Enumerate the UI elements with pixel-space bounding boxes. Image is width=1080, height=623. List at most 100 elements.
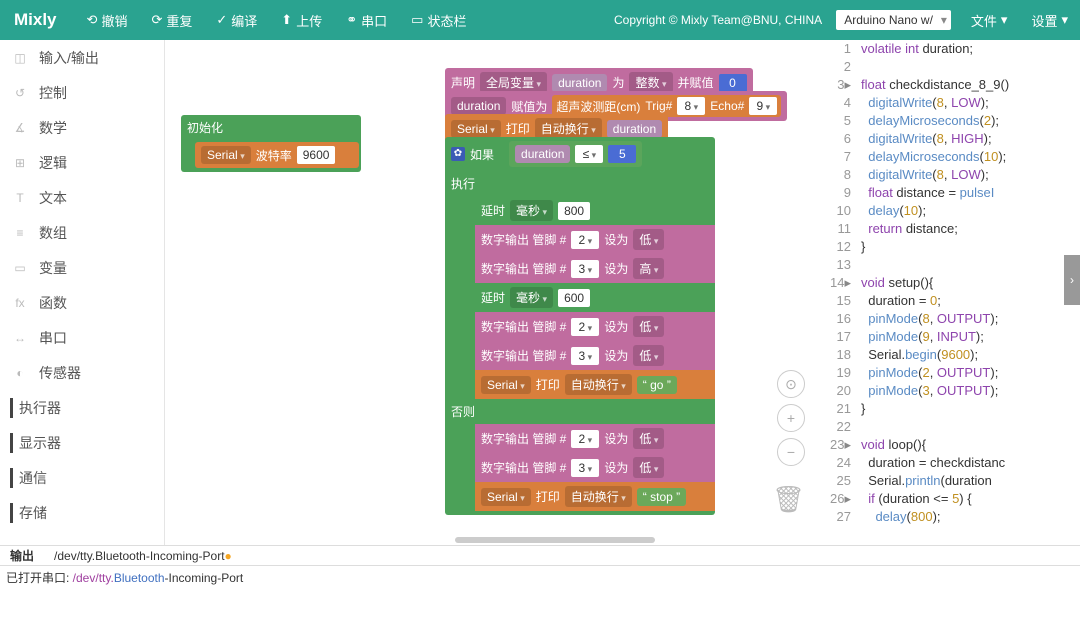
undo-button[interactable]: ⟲ 撤销	[87, 11, 128, 30]
category-7[interactable]: fx函数	[0, 285, 164, 320]
category-1[interactable]: ↺控制	[0, 75, 164, 110]
trash-icon[interactable]: 🗑	[772, 484, 805, 515]
print-label2: 打印	[536, 376, 560, 393]
pin-num5[interactable]: 2	[571, 430, 599, 448]
zoom-out-button[interactable]: −	[777, 438, 805, 466]
category-6[interactable]: ▭变量	[0, 250, 164, 285]
print-str-go[interactable]: go	[637, 376, 677, 394]
category-12[interactable]: ▶通信	[0, 460, 164, 495]
code-panel: 1 2 3▸4 5 6 7 8 9 10 11 12 13 14▸15 16 1…	[815, 40, 1080, 545]
pin-state3[interactable]: 低	[633, 316, 664, 337]
redo-label: 重复	[166, 11, 192, 30]
cat-label: 串口	[39, 328, 67, 348]
pin-state1[interactable]: 低	[633, 229, 664, 250]
console-pre: 已打开串口:	[6, 571, 73, 585]
cat-icon: ▭	[10, 258, 30, 278]
category-8[interactable]: ↔串口	[0, 320, 164, 355]
decl-scope-field[interactable]: 全局变量	[480, 72, 547, 93]
pin-state5[interactable]: 低	[633, 428, 664, 449]
delay-unit1[interactable]: 毫秒	[510, 200, 553, 221]
compile-button[interactable]: ✓ 编译	[216, 11, 257, 30]
panel-collapse-button[interactable]: ›	[1064, 255, 1080, 305]
category-10[interactable]: ▶执行器	[0, 390, 164, 425]
category-5[interactable]: ≡数组	[0, 215, 164, 250]
delay-label2: 延时	[481, 289, 505, 306]
category-2[interactable]: ∡数学	[0, 110, 164, 145]
print-mode[interactable]: 自动换行	[535, 118, 602, 139]
serial-button[interactable]: ⚭ 串口	[346, 11, 387, 30]
decl-assign: 并赋值	[678, 74, 714, 91]
pin-state4[interactable]: 低	[633, 345, 664, 366]
cat-label: 传感器	[39, 363, 81, 383]
baud-input[interactable]: 9600	[297, 146, 336, 164]
pin-num4[interactable]: 3	[571, 347, 599, 365]
serial-field[interactable]: Serial	[201, 146, 251, 164]
console-output: 已打开串口: /dev/tty.Bluetooth-Incoming-Port	[0, 565, 1080, 621]
upload-label: 上传	[296, 11, 322, 30]
file-menu[interactable]: 文件 ▾	[971, 11, 1008, 30]
print-str-stop[interactable]: stop	[637, 488, 686, 506]
category-13[interactable]: ▶存储	[0, 495, 164, 530]
pin-num1[interactable]: 2	[571, 231, 599, 249]
serial-label: 串口	[361, 11, 387, 30]
delay-label1: 延时	[481, 202, 505, 219]
zoom-in-button[interactable]: +	[777, 404, 805, 432]
decl-type[interactable]: 整数	[629, 72, 672, 93]
print-mode3[interactable]: 自动换行	[565, 486, 632, 507]
upload-button[interactable]: ⬆ 上传	[281, 11, 322, 30]
if-op[interactable]: ≤	[575, 145, 603, 163]
header: Mixly ⟲ 撤销 ⟳ 重复 ✓ 编译 ⬆ 上传 ⚭ 串口 ▭ 状态栏 Cop…	[0, 0, 1080, 40]
cat-label: 输入/输出	[39, 48, 99, 68]
workspace[interactable]: 初始化 Serial 波特率 9600 声明 全局变量 duration 为 整…	[165, 40, 815, 545]
pin-num2[interactable]: 3	[571, 260, 599, 278]
set-label: 赋值为	[511, 98, 547, 115]
category-3[interactable]: ⊞ 逻辑	[0, 145, 164, 180]
cat-icon: ⊞	[10, 153, 30, 173]
gear-icon[interactable]: ✿	[451, 147, 465, 161]
if-num[interactable]: 5	[608, 145, 636, 163]
pin-state6[interactable]: 低	[633, 457, 664, 478]
zoom-center-button[interactable]: ⊙	[777, 370, 805, 398]
print-mode2[interactable]: 自动换行	[565, 374, 632, 395]
setup-label: 初始化	[187, 119, 223, 136]
pin-set5: 设为	[604, 430, 628, 447]
echo-pin[interactable]: 9	[749, 97, 777, 115]
console-p1: /dev/tty.	[73, 571, 114, 585]
category-4[interactable]: T文本	[0, 180, 164, 215]
redo-button[interactable]: ⟳ 重复	[151, 11, 192, 30]
delay-unit2[interactable]: 毫秒	[510, 287, 553, 308]
pin-num3[interactable]: 2	[571, 318, 599, 336]
delay-val2[interactable]: 600	[558, 289, 590, 307]
set-var-name[interactable]: duration	[451, 97, 506, 115]
category-0[interactable]: ◫输入/输出	[0, 40, 164, 75]
serial-sel[interactable]: Serial	[451, 120, 501, 138]
board-select[interactable]: Arduino Nano w/	[836, 10, 951, 30]
output-tab[interactable]: 输出	[0, 545, 44, 566]
block-setup[interactable]: 初始化 Serial 波特率 9600	[181, 115, 361, 172]
serial-sel2[interactable]: Serial	[481, 376, 531, 394]
cat-label: 文本	[39, 188, 67, 208]
block-if[interactable]: ✿ 如果 duration ≤ 5 执行 延时毫秒800 数字输出 管脚 #2设…	[445, 137, 715, 515]
horizontal-scrollbar[interactable]	[455, 537, 655, 543]
settings-menu[interactable]: 设置 ▾	[1031, 11, 1068, 30]
decl-as: 为	[612, 74, 624, 91]
cat-label: 逻辑	[39, 153, 67, 173]
category-11[interactable]: ▶显示器	[0, 425, 164, 460]
pin-state2[interactable]: 高	[633, 258, 664, 279]
copyright-text: Copyright © Mixly Team@BNU, CHINA	[614, 13, 822, 27]
cat-label: 数学	[39, 118, 67, 138]
ultrasonic-label: 超声波测距(cm)	[556, 98, 640, 115]
pin-num6[interactable]: 3	[571, 459, 599, 477]
category-9[interactable]: ◐传感器	[0, 355, 164, 390]
trig-pin[interactable]: 8	[677, 97, 705, 115]
if-var[interactable]: duration	[515, 145, 570, 163]
cat-label: 显示器	[19, 433, 61, 453]
modified-dot-icon: ●	[225, 549, 232, 563]
port-tab[interactable]: /dev/tty.Bluetooth-Incoming-Port●	[44, 547, 242, 565]
decl-var-name[interactable]: duration	[552, 74, 607, 92]
delay-val1[interactable]: 800	[558, 202, 590, 220]
status-button[interactable]: ▭ 状态栏	[411, 11, 466, 30]
print-var[interactable]: duration	[607, 120, 662, 138]
serial-sel3[interactable]: Serial	[481, 488, 531, 506]
decl-value[interactable]: 0	[719, 74, 747, 92]
